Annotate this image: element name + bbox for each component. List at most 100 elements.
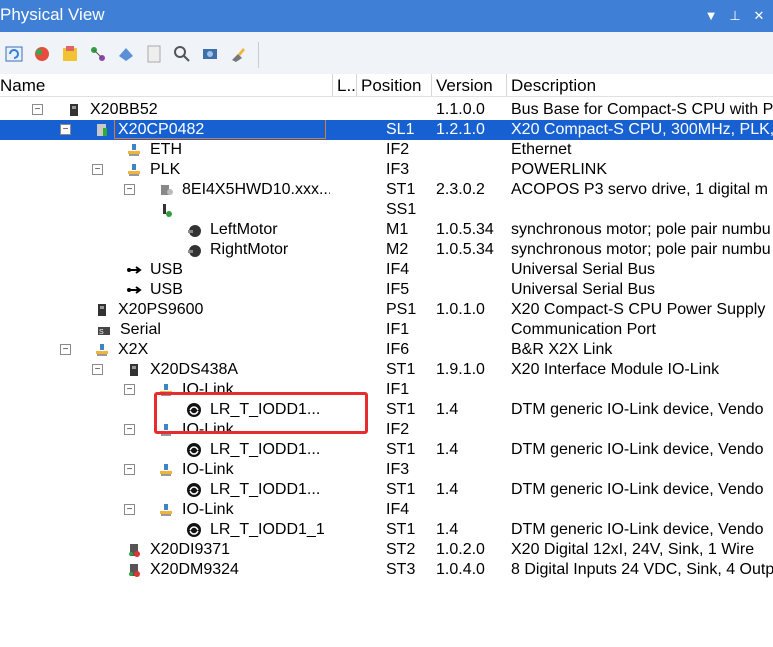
usb-icon	[127, 286, 142, 294]
module-icon	[70, 104, 78, 116]
position-cell: ST1	[386, 481, 416, 498]
device-name: X20DM9324	[150, 561, 239, 578]
collapse-toggle-icon[interactable]: −	[124, 184, 135, 195]
collapse-toggle-icon[interactable]: −	[124, 424, 135, 435]
tree-row[interactable]: USB IF5 Universal Serial Bus	[0, 280, 773, 300]
position-cell: IF4	[386, 261, 410, 278]
tree-row[interactable]: LR_T_IODD1... ST1 1.4 DTM generic IO-Link d…	[0, 480, 773, 500]
position-cell: M1	[386, 221, 409, 238]
tree-row[interactable]: − X20DS438A ST1 1.9.1.0 X20 Interface Module…	[0, 360, 773, 380]
name-cell	[0, 200, 330, 220]
version-cell	[436, 200, 506, 220]
name-cell: − PLK	[0, 160, 330, 180]
tree-row[interactable]: USB IF4 Universal Serial Bus	[0, 260, 773, 280]
tree-row[interactable]: LR_T_IODD1_1 ST1 1.4 DTM generic IO-Link de…	[0, 520, 773, 540]
name-cell: − 8EI4X5HWD10.xxx...	[0, 180, 330, 200]
position-cell: IF1	[386, 321, 410, 338]
collapse-toggle-icon[interactable]: −	[124, 384, 135, 395]
tree-row[interactable]: − IO-Link IF4	[0, 500, 773, 520]
version-cell	[436, 500, 506, 520]
tree-row[interactable]: − PLK IF3 POWERLINK	[0, 160, 773, 180]
network-icon[interactable]	[88, 44, 108, 64]
version-cell: 1.4	[436, 481, 459, 498]
description-cell: X20 Compact-S CPU, 300MHz, PLK,	[511, 121, 773, 138]
column-l[interactable]: L..	[337, 76, 356, 96]
position-cell: IF3	[386, 461, 410, 478]
tree-row[interactable]: LR_T_IODD1... ST1 1.4 DTM generic IO-Link d…	[0, 440, 773, 460]
device-name: 8EI4X5HWD10.xxx...	[182, 181, 330, 198]
dropdown-icon[interactable]: ▼	[703, 8, 719, 24]
tree-row[interactable]: X20DI9371 ST2 1.0.2.0 X20 Digital 12xI, 24V…	[0, 540, 773, 560]
tree-row[interactable]: X20PS9600 PS1 1.0.1.0 X20 Compact-S CPU Pow…	[0, 300, 773, 320]
collapse-toggle-icon[interactable]: −	[60, 124, 71, 135]
column-position[interactable]: Position	[361, 76, 421, 96]
description-cell: DTM generic IO-Link device, Vendo	[511, 521, 764, 538]
description-cell: Universal Serial Bus	[511, 261, 656, 278]
position-cell: IF1	[386, 381, 410, 398]
collapse-toggle-icon[interactable]: −	[124, 504, 135, 515]
description-cell	[511, 200, 773, 220]
name-cell: RightMotor	[0, 240, 330, 260]
net-icon	[96, 344, 108, 356]
device-name: X20DS438A	[150, 361, 239, 378]
description-cell: synchronous motor; pole pair numbu	[511, 241, 771, 258]
tree-row[interactable]: − X20CP0482 SL1 1.2.1.0 X20 Compact-S CPU, 3…	[0, 120, 773, 140]
version-cell	[436, 160, 506, 180]
tree-row[interactable]: − IO-Link IF3	[0, 460, 773, 480]
panel-titlebar: Physical View ▼ ⊥ ✕	[0, 0, 773, 32]
settings-icon[interactable]	[200, 44, 220, 64]
document-icon[interactable]	[144, 44, 164, 64]
library-icon[interactable]	[60, 44, 80, 64]
position-cell: IF3	[386, 161, 410, 178]
collapse-toggle-icon[interactable]: −	[92, 364, 103, 375]
tree-row[interactable]: LR_T_IODD1... ST1 1.4 DTM generic IO-Link d…	[0, 400, 773, 420]
position-cell: IF5	[386, 281, 410, 298]
tree-row[interactable]: S Serial IF1 Communication Port	[0, 320, 773, 340]
column-description[interactable]: Description	[511, 76, 596, 96]
position-cell	[386, 100, 430, 120]
device-name: PLK	[150, 161, 181, 178]
search-icon[interactable]	[172, 44, 192, 64]
tree-row[interactable]: − 8EI4X5HWD10.xxx... ST1 2.3.0.2 ACOPOS P3 s…	[0, 180, 773, 200]
description-cell: X20 Interface Module IO-Link	[511, 361, 720, 378]
position-cell: ST1	[386, 181, 416, 198]
version-cell: 1.4	[436, 441, 459, 458]
iolink-icon	[187, 483, 201, 497]
collapse-toggle-icon[interactable]: −	[124, 464, 135, 475]
description-cell: B&R X2X Link	[511, 341, 613, 358]
column-version[interactable]: Version	[436, 76, 493, 96]
description-cell: Bus Base for Compact-S CPU with P	[511, 101, 773, 118]
tree-row[interactable]: − IO-Link IF1	[0, 380, 773, 400]
module2-icon	[129, 564, 140, 577]
device-name: X20PS9600	[118, 301, 204, 318]
version-cell	[436, 460, 506, 480]
name-cell: LR_T_IODD1_1	[0, 520, 330, 540]
column-name[interactable]: Name	[0, 76, 45, 96]
device-name: LR_T_IODD1...	[210, 481, 321, 498]
refresh-icon[interactable]	[4, 44, 24, 64]
tree-row[interactable]: SS1	[0, 200, 773, 220]
tree-row[interactable]: RightMotor M2 1.0.5.34 synchronous motor; p…	[0, 240, 773, 260]
collapse-toggle-icon[interactable]: −	[92, 164, 103, 175]
tree-row[interactable]: − X2X IF6 B&R X2X Link	[0, 340, 773, 360]
tree-row[interactable]: X20DM9324 ST3 1.0.4.0 8 Digital Inputs 24 V…	[0, 560, 773, 580]
properties-icon[interactable]	[116, 44, 136, 64]
module-icon	[130, 364, 138, 376]
drive-icon	[161, 185, 173, 195]
description-cell: Communication Port	[511, 321, 656, 338]
device-name: X20DI9371	[150, 541, 231, 558]
module-icon[interactable]	[32, 44, 52, 64]
close-icon[interactable]: ✕	[751, 8, 767, 24]
pin-icon[interactable]: ⊥	[727, 8, 743, 24]
tree-row[interactable]: − X20BB52 1.1.0.0 Bus Base for Compact-S CP…	[0, 100, 773, 120]
tree-row[interactable]: LeftMotor M1 1.0.5.34 synchronous motor; po…	[0, 220, 773, 240]
collapse-toggle-icon[interactable]: −	[60, 344, 71, 355]
description-cell	[511, 380, 773, 400]
collapse-toggle-icon[interactable]: −	[32, 104, 43, 115]
version-cell: 1.0.1.0	[436, 301, 485, 318]
tree-row[interactable]: ETH IF2 Ethernet	[0, 140, 773, 160]
tree-row[interactable]: − IO-Link IF2	[0, 420, 773, 440]
pin-tool-icon[interactable]	[228, 44, 248, 64]
net-icon	[160, 464, 172, 476]
device-name: USB	[150, 281, 183, 298]
